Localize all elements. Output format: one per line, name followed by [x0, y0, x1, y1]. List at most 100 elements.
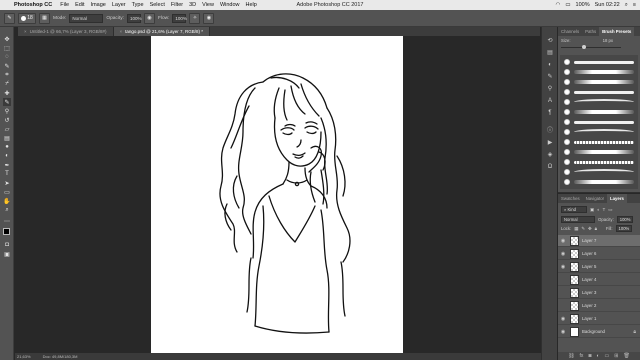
doc-tab-untitled[interactable]: × Untitled-1 @ 66,7% (Layer 3, RGB/8#): [18, 27, 114, 36]
eraser-tool-icon[interactable]: ▱: [3, 125, 11, 133]
adjustment-layer-icon[interactable]: ◐: [596, 352, 599, 360]
brush-tool-preset-button[interactable]: ✎: [4, 12, 15, 24]
tab-paths[interactable]: Paths: [582, 27, 599, 36]
gradient-tool-icon[interactable]: ▤: [3, 134, 11, 142]
lasso-tool-icon[interactable]: ◌: [3, 53, 11, 61]
battery-icon[interactable]: ▭: [565, 2, 570, 8]
blur-tool-icon[interactable]: ●: [3, 143, 11, 151]
crop-tool-icon[interactable]: ⌗: [3, 71, 11, 79]
tab-navigator[interactable]: Navigator: [583, 194, 607, 203]
brush-preset-item[interactable]: [562, 167, 636, 177]
shape-tool-icon[interactable]: ▭: [3, 188, 11, 196]
menu-view[interactable]: View: [202, 2, 220, 8]
quick-mask-icon[interactable]: ◘: [3, 241, 11, 249]
eye-icon[interactable]: ◉: [560, 264, 566, 270]
layer-row-background[interactable]: ◉ Background 🔒︎: [558, 326, 640, 338]
lock-position-icon[interactable]: ✥: [588, 226, 592, 232]
layer-row-layer-3[interactable]: Layer 3: [558, 287, 640, 299]
fill-field[interactable]: 100%: [615, 225, 633, 232]
blend-mode-select[interactable]: Normal: [561, 216, 595, 223]
new-layer-icon[interactable]: ⊞: [614, 352, 618, 360]
menu-list-icon[interactable]: ≡: [633, 2, 636, 8]
brush-panel-toggle-button[interactable]: ▦: [39, 12, 50, 24]
add-mask-icon[interactable]: ◙: [588, 352, 591, 360]
menu-filter[interactable]: Filter: [171, 2, 189, 8]
brush-preset-item[interactable]: [562, 147, 636, 157]
quick-select-tool-icon[interactable]: ✎: [3, 62, 11, 70]
info-icon[interactable]: ⓘ: [546, 127, 554, 135]
trash-icon[interactable]: 🗑︎: [623, 352, 629, 360]
menu-file[interactable]: File: [60, 2, 75, 8]
actions-icon[interactable]: ▶: [546, 139, 554, 147]
pen-tool-icon[interactable]: ✒: [3, 161, 11, 169]
lock-all-icon[interactable]: 🔒︎: [595, 226, 597, 231]
brush-size-slider[interactable]: [561, 47, 621, 48]
mode-select[interactable]: Normal: [69, 13, 104, 23]
opacity-field[interactable]: 100%: [126, 13, 141, 23]
move-tool-icon[interactable]: ✥: [3, 35, 11, 43]
airbrush-button[interactable]: ✧: [189, 12, 201, 24]
styles-icon[interactable]: ◈: [546, 151, 554, 159]
brush-preset-item[interactable]: [562, 97, 636, 107]
layer-opacity-field[interactable]: 100%: [616, 216, 634, 223]
path-selection-tool-icon[interactable]: ➤: [3, 179, 11, 187]
new-group-icon[interactable]: ▭: [605, 352, 610, 360]
brush-size-picker[interactable]: 18: [18, 12, 36, 24]
lock-pixels-icon[interactable]: ✎: [581, 226, 585, 232]
menu-select[interactable]: Select: [150, 2, 171, 8]
brush-preset-item[interactable]: [562, 107, 636, 117]
filter-pixel-icon[interactable]: ▣: [590, 207, 594, 213]
wifi-icon[interactable]: ◠: [556, 2, 561, 8]
brush-icon[interactable]: ✎: [546, 73, 554, 81]
menu-app-name[interactable]: Photoshop CC: [12, 2, 60, 8]
flow-field[interactable]: 100%: [172, 13, 187, 23]
lock-transparent-icon[interactable]: ▦: [574, 226, 578, 232]
tab-layers[interactable]: Layers: [607, 194, 627, 203]
eye-icon[interactable]: ◉: [560, 329, 566, 335]
brush-preset-list[interactable]: [560, 55, 638, 189]
layer-row-layer-2[interactable]: Layer 2: [558, 300, 640, 312]
menu-edit[interactable]: Edit: [75, 2, 90, 8]
fx-icon[interactable]: fx: [580, 352, 584, 360]
zoom-tool-icon[interactable]: ⌕: [3, 206, 11, 214]
menu-type[interactable]: Type: [132, 2, 150, 8]
layer-row-layer-7[interactable]: ◉ Layer 7: [558, 235, 640, 247]
brush-size-slider-handle[interactable]: [582, 45, 586, 49]
tab-channels[interactable]: Channels: [558, 27, 582, 36]
close-icon[interactable]: ×: [24, 29, 27, 34]
layer-row-layer-1[interactable]: ◉ Layer 1: [558, 313, 640, 325]
brush-preset-item[interactable]: [562, 117, 636, 127]
brush-preset-item[interactable]: [562, 77, 636, 87]
more-tools-icon[interactable]: ⋯: [3, 217, 11, 225]
eye-icon[interactable]: ◉: [560, 238, 566, 244]
filter-adjust-icon[interactable]: ◐: [597, 207, 600, 212]
doc-tab-tango[interactable]: × tango.psd @ 21,6% (Layer 7, RGB/8) *: [113, 27, 210, 36]
brush-preset-item[interactable]: [562, 137, 636, 147]
foreground-color-swatch[interactable]: [3, 228, 10, 235]
eye-icon[interactable]: [560, 303, 566, 309]
healing-brush-tool-icon[interactable]: ✚: [3, 89, 11, 97]
glyphs-icon[interactable]: Ω: [546, 163, 554, 171]
dodge-tool-icon[interactable]: ◐: [3, 152, 11, 160]
menu-window[interactable]: Window: [220, 2, 246, 8]
adjustments-icon[interactable]: ◐: [546, 61, 554, 69]
clone-stamp-tool-icon[interactable]: ⚲: [3, 107, 11, 115]
pressure-size-button[interactable]: ◉: [203, 12, 215, 24]
layer-kind-filter[interactable]: ⌕ Kind: [561, 206, 587, 213]
link-layers-icon[interactable]: ⛓: [568, 352, 574, 360]
eyedropper-tool-icon[interactable]: ⌿: [3, 80, 11, 88]
tab-brush-presets[interactable]: Brush Presets: [599, 27, 635, 36]
paragraph-icon[interactable]: ¶: [546, 109, 554, 117]
brush-preset-item[interactable]: [562, 157, 636, 167]
layer-row-layer-4[interactable]: Layer 4: [558, 274, 640, 286]
filter-shape-icon[interactable]: ▭: [608, 207, 612, 213]
tab-swatches[interactable]: Swatches: [558, 194, 583, 203]
type-tool-icon[interactable]: T: [3, 170, 11, 178]
brush-preset-item[interactable]: [562, 177, 636, 187]
clock[interactable]: Sun 02:22: [595, 2, 620, 8]
marquee-tool-icon[interactable]: ⬚: [3, 44, 11, 52]
brush-preset-item[interactable]: [562, 87, 636, 97]
menu-layer[interactable]: Layer: [112, 2, 132, 8]
pressure-opacity-button[interactable]: ◉: [143, 12, 155, 24]
brush-preset-item[interactable]: [562, 57, 636, 67]
